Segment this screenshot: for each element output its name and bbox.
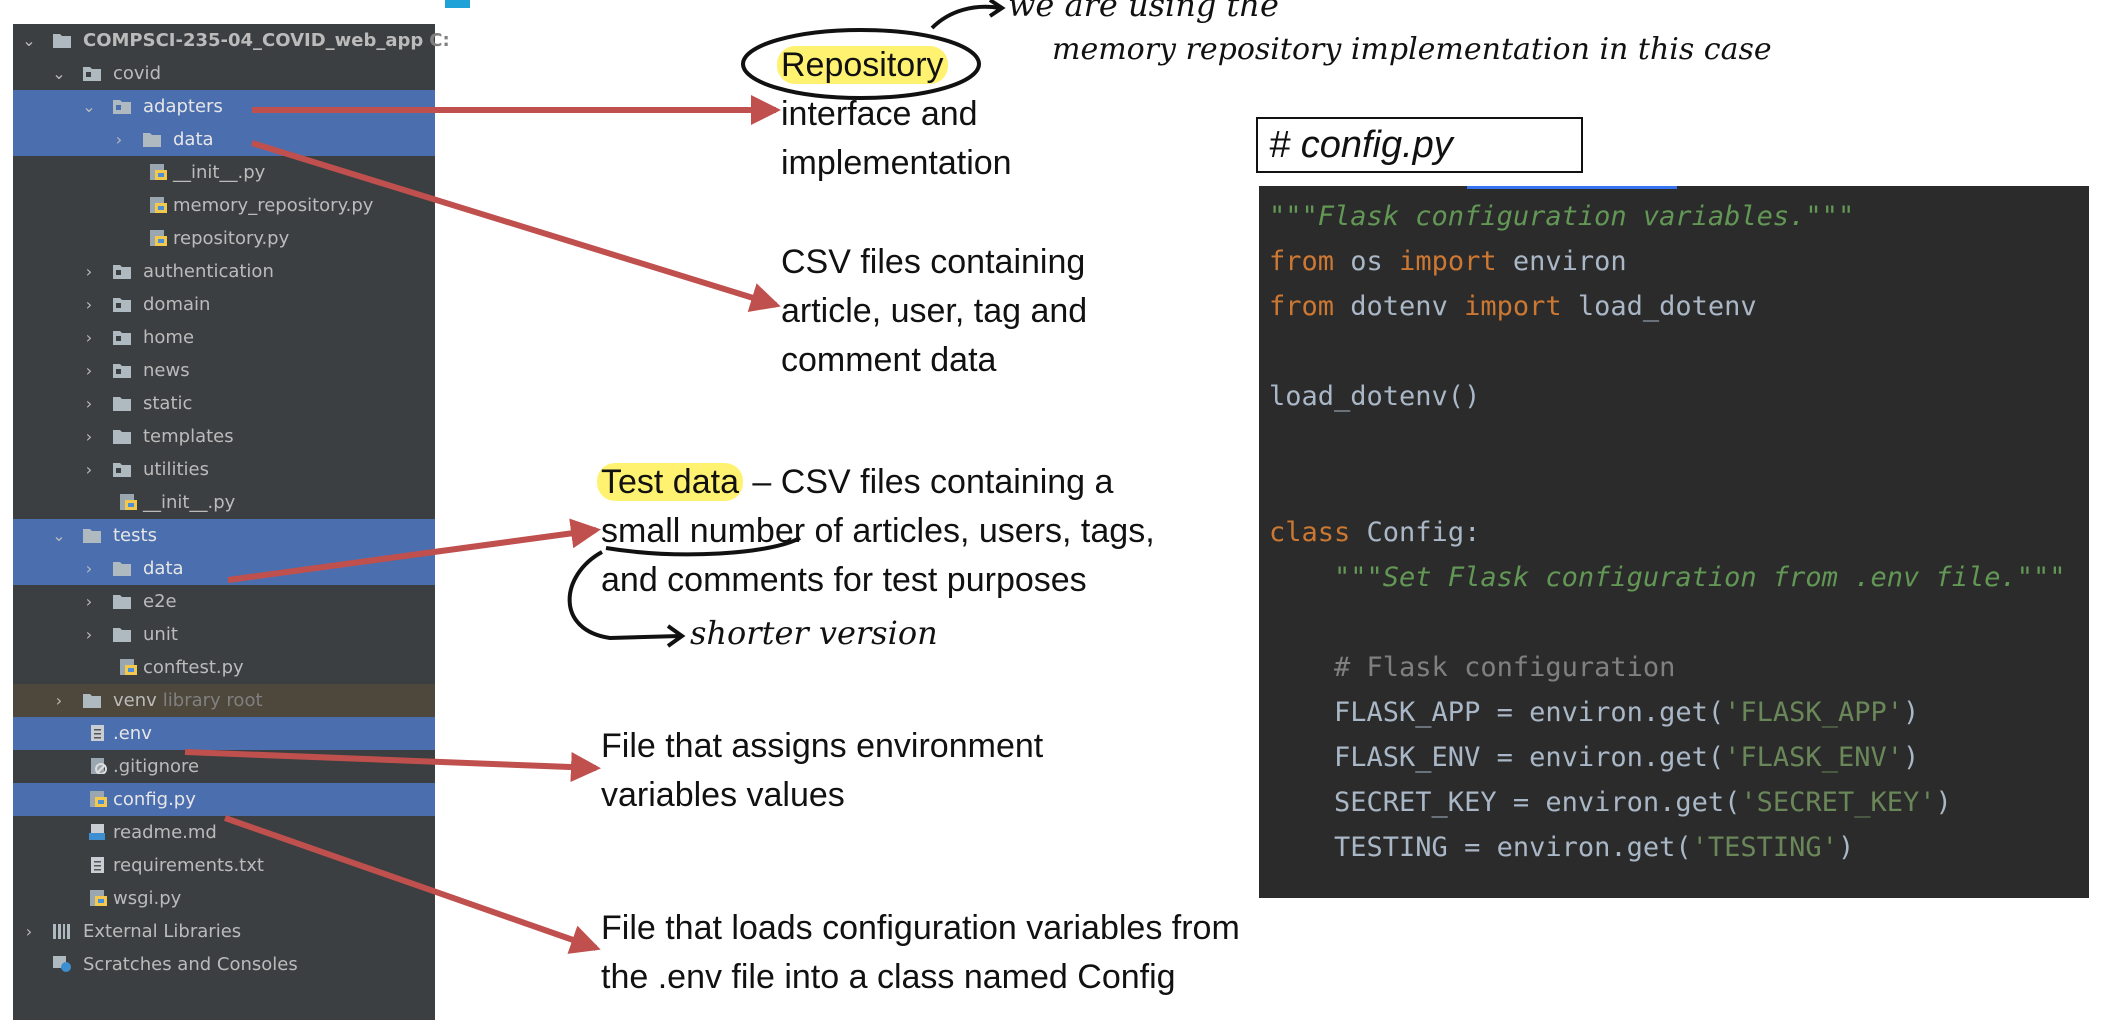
arrow-tests-data-to-test-data	[227, 518, 601, 583]
pen-arrow	[930, 4, 1001, 30]
pen-curve-arrow	[567, 550, 681, 641]
pen-underline	[605, 536, 801, 557]
arrow-config-to-note	[224, 815, 601, 954]
annotation-overlay	[184, 0, 1006, 954]
arrow-data-to-csv	[251, 140, 781, 312]
title-fragment	[445, 0, 470, 8]
pen-circle	[741, 28, 981, 100]
arrow-env-to-note	[184, 749, 601, 783]
